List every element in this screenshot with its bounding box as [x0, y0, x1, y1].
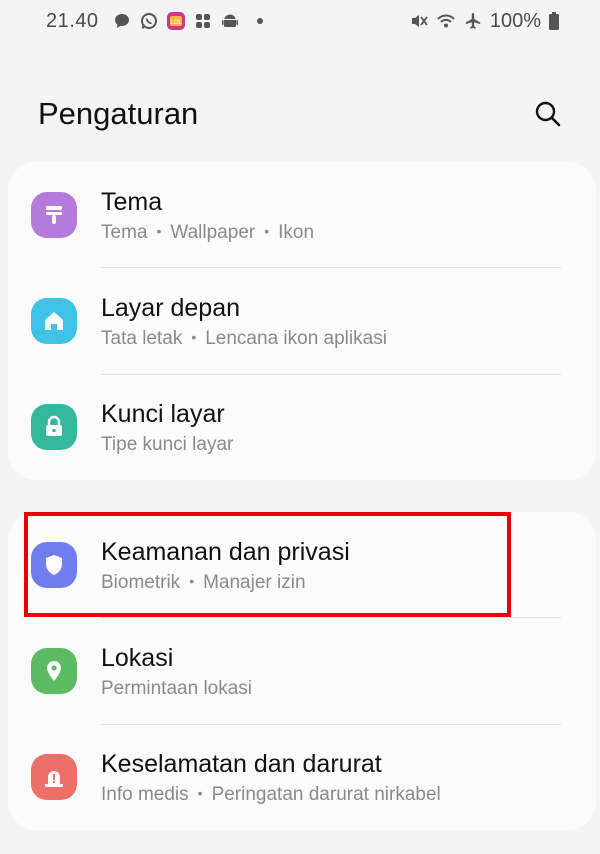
status-time: 21.40: [46, 9, 99, 32]
item-subtitle: Tata letak • Lencana ikon aplikasi: [101, 327, 387, 349]
notification-dot: [256, 18, 263, 24]
item-title: Lokasi: [101, 643, 174, 672]
app-header: Pengaturan: [0, 88, 600, 140]
emergency-icon: [31, 754, 77, 800]
settings-item-kunci-layar[interactable]: Kunci layar Tipe kunci layar: [8, 374, 596, 480]
settings-item-lokasi[interactable]: Lokasi Permintaan lokasi: [8, 618, 596, 724]
settings-item-layar-depan[interactable]: Layar depan Tata letak • Lencana ikon apli…: [8, 268, 596, 374]
settings-group-display: Tema Tema • Wallpaper • Ikon Layar depan Tat…: [8, 162, 596, 480]
airplane-icon: [463, 11, 483, 31]
mute-icon: [409, 11, 429, 31]
highlight-annotation: [24, 512, 511, 617]
settings-item-keselamatan-darurat[interactable]: Keselamatan dan darurat Info medis • Perin…: [8, 724, 596, 830]
home-icon: [31, 298, 77, 344]
theme-brush-icon: [31, 192, 77, 238]
item-title: Tema: [101, 187, 163, 216]
slack-icon: [193, 11, 213, 31]
app-badge-icon: LOL: [166, 11, 186, 31]
battery-icon: [548, 11, 560, 31]
item-title: Keselamatan dan darurat: [101, 749, 382, 778]
lock-icon: [31, 404, 77, 450]
android-icon: [220, 11, 240, 31]
status-bar: 21.40 LOL 100%: [0, 0, 600, 42]
chat-bubble-icon: [112, 11, 132, 31]
settings-item-tema[interactable]: Tema Tema • Wallpaper • Ikon: [8, 162, 596, 268]
wifi-icon: [436, 11, 456, 31]
item-title: Layar depan: [101, 293, 241, 322]
item-subtitle: Tema • Wallpaper • Ikon: [101, 221, 315, 243]
item-title: Kunci layar: [101, 399, 225, 428]
search-icon: [535, 101, 561, 127]
svg-text:LOL: LOL: [170, 20, 182, 26]
item-subtitle: Info medis • Peringatan darurat nirkabel: [101, 783, 441, 805]
search-button[interactable]: [532, 98, 564, 130]
whatsapp-icon: [139, 11, 159, 31]
battery-percentage: 100%: [489, 9, 541, 32]
item-subtitle: Permintaan lokasi: [101, 677, 253, 699]
item-subtitle: Tipe kunci layar: [101, 433, 234, 455]
page-title: Pengaturan: [38, 96, 199, 131]
location-pin-icon: [31, 648, 77, 694]
